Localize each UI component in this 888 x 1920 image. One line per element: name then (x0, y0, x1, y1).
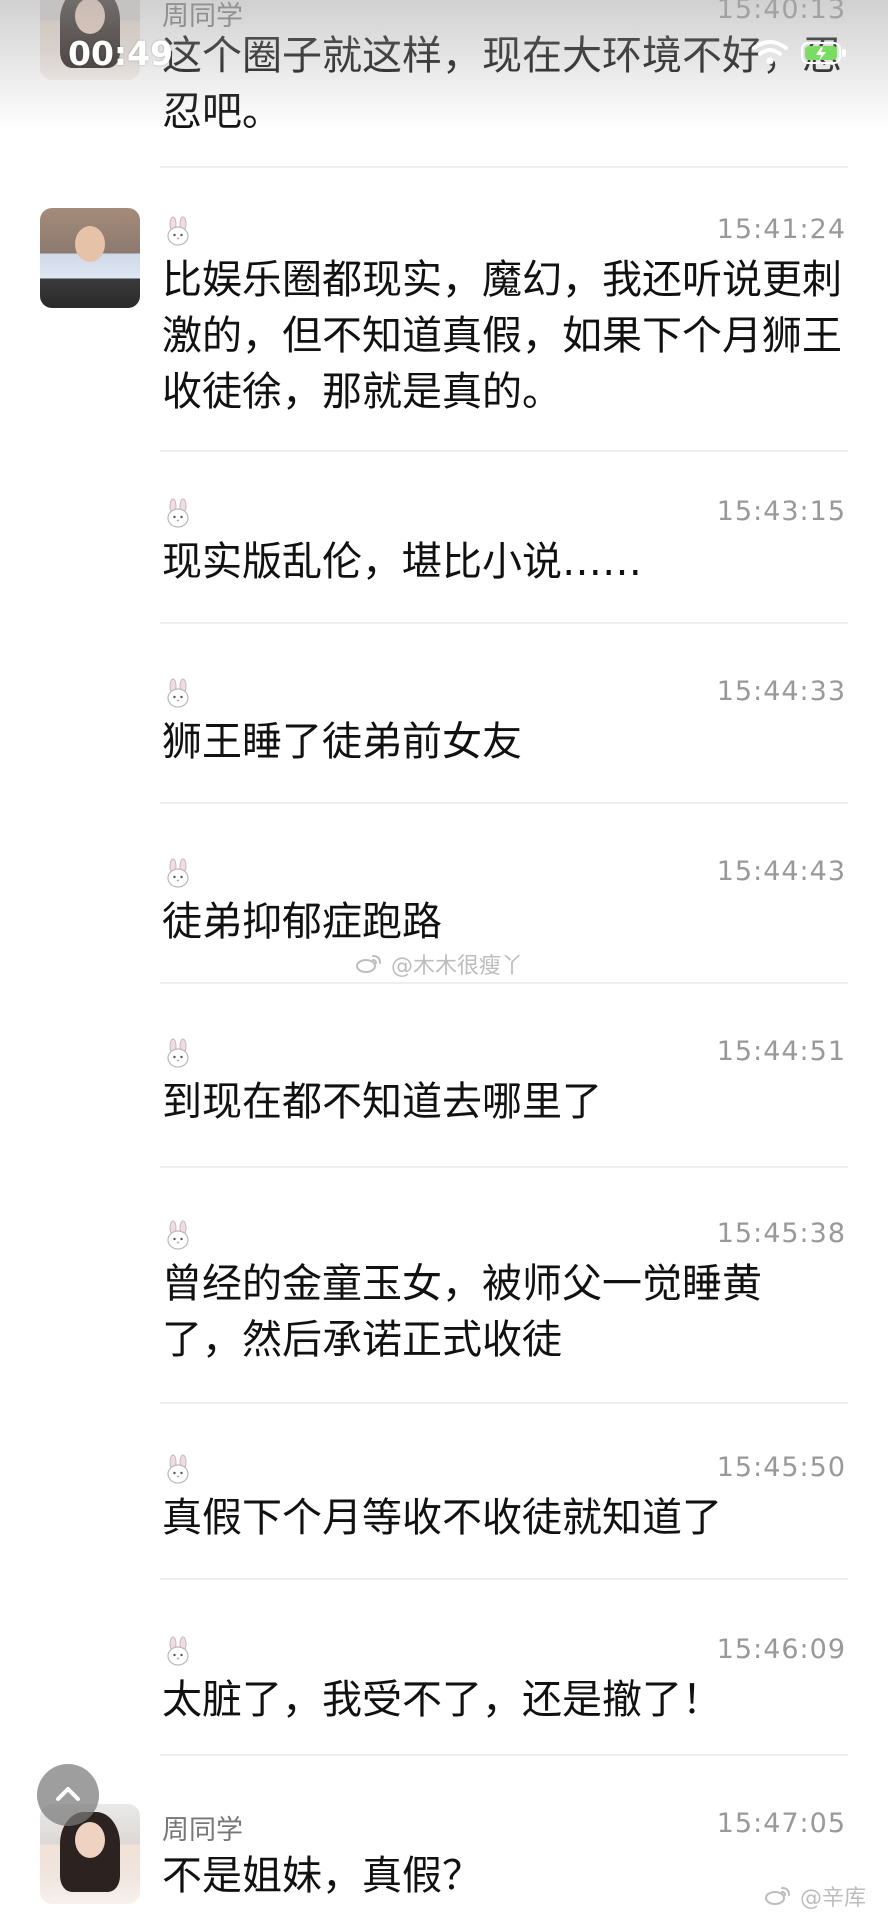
message-timestamp: 15:41:24 (716, 214, 846, 245)
message-timestamp: 15:46:09 (716, 1634, 846, 1665)
bunny-icon (167, 216, 189, 246)
avatar-face (75, 226, 105, 262)
bunny-icon (167, 1038, 189, 1068)
scroll-up-button[interactable] (37, 1764, 99, 1826)
message-timestamp: 15:47:05 (716, 1808, 846, 1839)
bunny-icon (167, 1220, 189, 1250)
status-icons (750, 38, 848, 68)
message-text: 不是姐妹，真假？ (162, 1853, 482, 1899)
message-text: 这个圈子就这样，现在大环境不好，忍忍吧。 (162, 33, 842, 135)
weibo-icon (764, 1887, 790, 1905)
bunny-icon (167, 678, 189, 708)
message-timestamp: 15:45:38 (716, 1218, 846, 1249)
message-timestamp: 15:44:33 (716, 676, 846, 707)
message-divider (160, 450, 848, 452)
message-timestamp: 15:44:51 (716, 1036, 846, 1067)
message-timestamp: 15:45:50 (716, 1452, 846, 1483)
message-text: 徒弟抑郁症跑路 (162, 899, 442, 945)
sender-name: 周同学 (162, 1815, 243, 1846)
message-divider (160, 802, 848, 804)
message-divider (160, 166, 848, 168)
weibo-icon (356, 955, 381, 973)
message-text: 比娱乐圈都现实，魔幻，我还听说更刺激的，但不知道真假，如果下个月狮王收徒徐，那就… (162, 257, 842, 415)
bunny-icon (167, 1454, 189, 1484)
message-timestamp: 15:43:15 (716, 496, 846, 527)
watermark-text: @木木很瘦丫 (391, 954, 524, 979)
message-divider (160, 1402, 848, 1404)
message-text: 太脏了，我受不了，还是撤了！ (162, 1677, 722, 1723)
bunny-icon (167, 498, 189, 528)
watermark-center: @木木很瘦丫 (355, 948, 523, 980)
message-timestamp: 15:40:13 (716, 0, 846, 25)
avatar-face (75, 1822, 105, 1858)
message-timestamp: 15:44:43 (716, 856, 846, 887)
male-avatar[interactable] (40, 208, 140, 308)
message-text: 到现在都不知道去哪里了 (162, 1079, 602, 1125)
battery-icon (801, 42, 846, 64)
message-text: 曾经的金童玉女，被师父一觉睡黄了，然后承诺正式收徒 (162, 1261, 762, 1363)
message-divider (160, 1754, 848, 1756)
bunny-icon (167, 1636, 189, 1666)
message-text: 现实版乱伦，堪比小说…… (162, 539, 642, 585)
bunny-icon (167, 858, 189, 888)
status-time: 00:49 (68, 34, 174, 73)
message-divider (160, 622, 848, 624)
watermark-bottom: @辛库 (764, 1880, 866, 1912)
message-text: 真假下个月等收不收徒就知道了 (162, 1495, 722, 1541)
message-text: 狮王睡了徒弟前女友 (162, 719, 522, 765)
chevron-up-icon (56, 1787, 80, 1801)
message-divider (160, 1578, 848, 1580)
wifi-icon (752, 40, 788, 65)
message-divider (160, 1166, 848, 1168)
watermark-text: @辛库 (799, 1886, 866, 1911)
chat-screen: 00:49 周同学 15:40:13 这个圈子就这样，现在大环境不好，忍忍吧。 (0, 0, 888, 1920)
message-divider (160, 982, 848, 984)
